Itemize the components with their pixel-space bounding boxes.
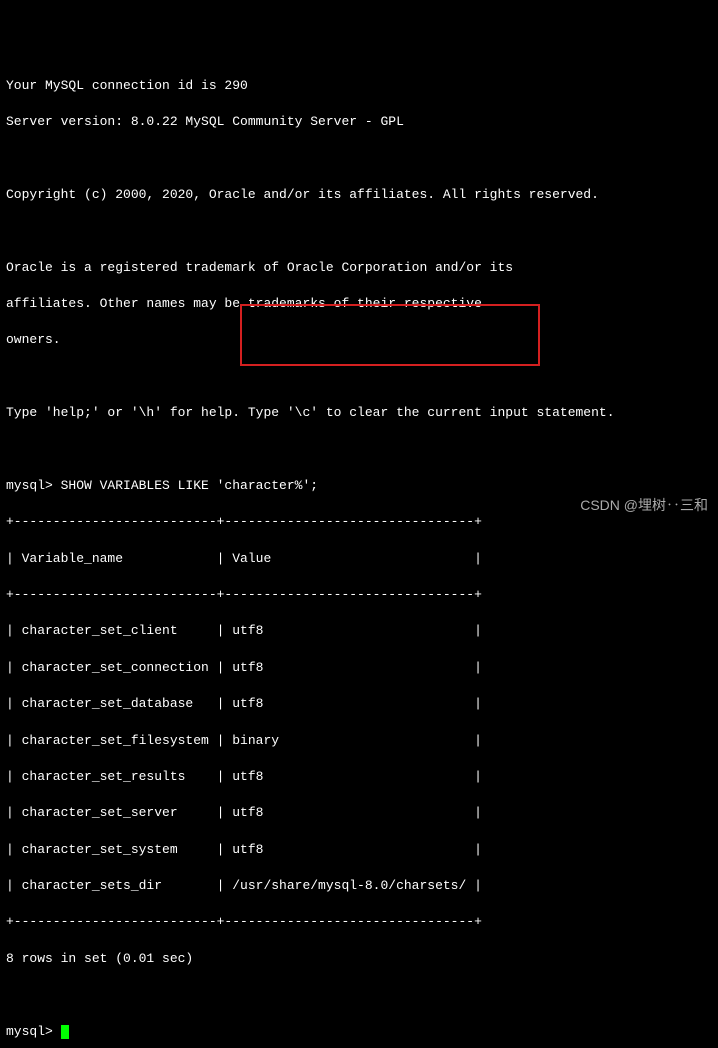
blank-line [6,441,712,459]
help-line: Type 'help;' or '\h' for help. Type '\c'… [6,404,712,422]
table-row: | character_set_database | utf8 | [6,695,712,713]
prompt-line[interactable]: mysql> [6,1023,712,1041]
blank-line [6,222,712,240]
watermark-text: CSDN @埋树‥三和 [580,496,708,516]
trademark-line-3: owners. [6,331,712,349]
command-line[interactable]: mysql> SHOW VARIABLES LIKE 'character%'; [6,477,712,495]
trademark-line-1: Oracle is a registered trademark of Orac… [6,259,712,277]
blank-line [6,150,712,168]
table-row: | character_set_filesystem | binary | [6,732,712,750]
intro-connection-id: Your MySQL connection id is 290 [6,77,712,95]
blank-line [6,986,712,1004]
mysql-prompt: mysql> [6,478,61,493]
result-summary: 8 rows in set (0.01 sec) [6,950,712,968]
sql-command: SHOW VARIABLES LIKE 'character%'; [61,478,318,493]
table-row: | character_set_system | utf8 | [6,841,712,859]
cursor-icon [61,1025,69,1039]
table-border-head: +--------------------------+------------… [6,586,712,604]
copyright-line: Copyright (c) 2000, 2020, Oracle and/or … [6,186,712,204]
table-header: | Variable_name | Value | [6,550,712,568]
mysql-prompt: mysql> [6,1024,61,1039]
table-border-bottom: +--------------------------+------------… [6,913,712,931]
table-row: | character_set_client | utf8 | [6,622,712,640]
table-row: | character_set_results | utf8 | [6,768,712,786]
trademark-line-2: affiliates. Other names may be trademark… [6,295,712,313]
blank-line [6,368,712,386]
intro-server-version: Server version: 8.0.22 MySQL Community S… [6,113,712,131]
table-row: | character_set_connection | utf8 | [6,659,712,677]
table-row: | character_set_server | utf8 | [6,804,712,822]
table-row: | character_sets_dir | /usr/share/mysql-… [6,877,712,895]
